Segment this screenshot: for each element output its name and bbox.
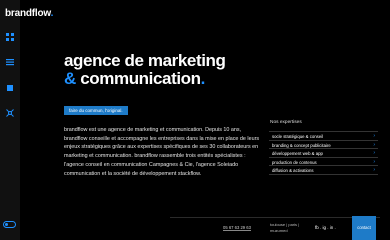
- chevron-right-icon: ›: [373, 167, 375, 173]
- address: toulouse | paris | muzumed: [270, 222, 299, 233]
- expertise-item[interactable]: diffusion & activations ›: [269, 165, 378, 175]
- expertise-label: développement web & app: [272, 151, 323, 156]
- grid-icon[interactable]: [5, 32, 15, 42]
- menu-icon[interactable]: [5, 57, 15, 67]
- expertises-list: socle stratégique & conseil › branding & …: [269, 131, 378, 175]
- expertise-label: branding & concept publicitaire: [272, 142, 331, 148]
- expertise-label: diffusion & activations: [272, 168, 314, 173]
- headline-line1: agence de marketing: [64, 51, 226, 70]
- contact-button[interactable]: contact: [352, 216, 376, 240]
- square-icon[interactable]: [5, 83, 15, 93]
- headline-dot: .: [200, 69, 206, 88]
- address-line: muzumed: [270, 227, 288, 233]
- intro-paragraph: brandflow est une agence de marketing et…: [64, 127, 260, 177]
- page-title: agence de marketing & communication.: [64, 52, 226, 88]
- headline-line2: communication: [80, 69, 201, 88]
- expertises-title: Nos expertises: [270, 120, 302, 125]
- theme-toggle[interactable]: [3, 221, 16, 228]
- network-icon[interactable]: [5, 108, 15, 118]
- social-links[interactable]: fb . ig . in .: [315, 225, 336, 230]
- headline-amp: &: [64, 69, 76, 88]
- phone-link[interactable]: 05 67 63 29 63: [223, 225, 251, 231]
- expertise-label: socle stratégique & conseil: [272, 134, 324, 139]
- footer-divider: [170, 217, 380, 218]
- expertise-label: production de contenus: [272, 159, 317, 165]
- brand-name: brandflow: [5, 8, 51, 19]
- brand-dot: .: [50, 8, 54, 19]
- toggle-knob: [5, 223, 8, 226]
- brand-logo[interactable]: brandflow.: [0, 8, 75, 19]
- sidebar: [0, 0, 20, 240]
- tagline-badge: faire du commun, l'original.: [64, 106, 128, 115]
- address-line: toulouse | paris |: [270, 222, 300, 227]
